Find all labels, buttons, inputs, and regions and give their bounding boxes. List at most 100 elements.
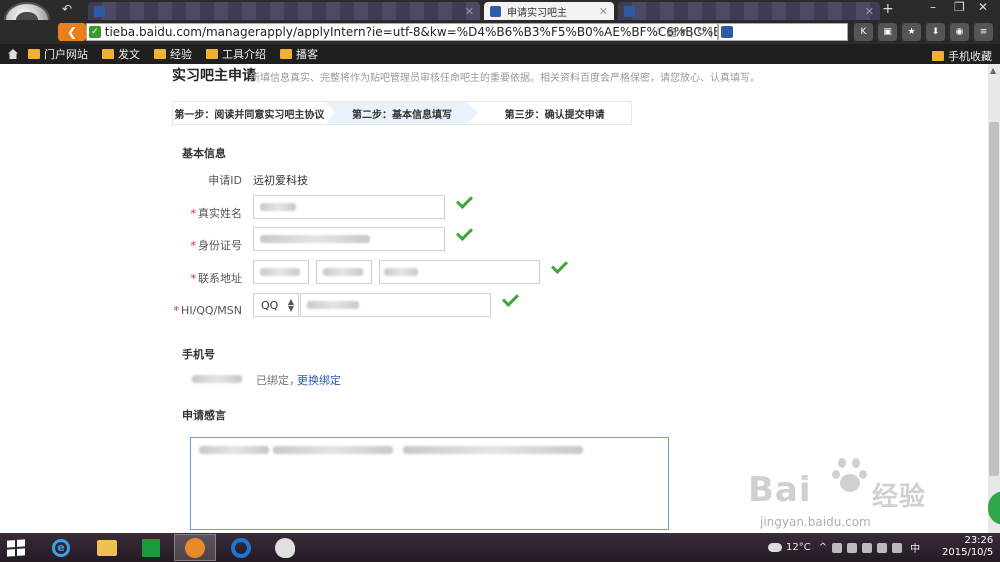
extension-k-icon[interactable]: K	[854, 23, 873, 41]
download-icon[interactable]: ⬇	[926, 23, 945, 41]
search-engine-icon[interactable]	[721, 26, 733, 38]
statement-textarea[interactable]	[190, 437, 669, 530]
vertical-scrollbar[interactable]: ▲	[988, 64, 1000, 533]
step-2-current: 第二步：基本信息填写	[325, 102, 479, 124]
tray-expand-icon[interactable]: ^	[819, 542, 827, 553]
clock[interactable]: 23:26 2015/10/5	[942, 535, 993, 559]
windows-start-icon[interactable]	[7, 539, 25, 557]
bookmark-item[interactable]: 经验	[154, 46, 192, 62]
scroll-thumb[interactable]	[989, 122, 999, 476]
tab-active-title: 申请实习吧主	[507, 7, 567, 19]
bookmark-item[interactable]: 门户网站	[28, 46, 88, 62]
taskbar-store[interactable]	[130, 534, 172, 561]
edge-browser-icon	[231, 537, 251, 558]
folder-icon	[28, 49, 40, 59]
required-mark: *	[190, 239, 197, 252]
network-icon[interactable]	[877, 542, 888, 553]
temperature: 12°C	[786, 542, 811, 553]
search-input[interactable]	[718, 23, 848, 41]
redacted-text	[260, 268, 300, 276]
taskbar-ie[interactable]: e	[40, 534, 82, 561]
volume-icon[interactable]	[892, 542, 903, 553]
redacted-text	[403, 446, 583, 454]
clock-date: 2015/10/5	[942, 547, 994, 558]
scroll-up-arrow-icon[interactable]: ▲	[990, 66, 996, 75]
folder-icon	[102, 49, 114, 59]
city-select[interactable]	[316, 260, 372, 284]
redacted-text	[384, 268, 418, 276]
url-text: tieba.baidu.com/managerapply/applyIntern…	[104, 25, 717, 39]
step-indicator: 第一步：阅读并同意实习吧主协议 第二步：基本信息填写 第三步：确认提交申请	[172, 101, 632, 125]
redacted-phone	[192, 375, 242, 383]
paint-icon	[275, 537, 295, 558]
bookmark-label: 经验	[170, 48, 192, 61]
tab-close-icon[interactable]: ✕	[865, 5, 874, 18]
im-label-text: HI/QQ/MSN	[181, 304, 242, 317]
battery-icon[interactable]	[862, 542, 873, 553]
redacted-text	[260, 203, 296, 211]
statement-title: 申请感言	[182, 409, 226, 422]
close-window-button[interactable]: ✕	[978, 0, 988, 14]
im-type-value: QQ	[261, 299, 279, 312]
id-number-input[interactable]	[253, 227, 445, 251]
flag-icon[interactable]	[847, 542, 858, 553]
taskbar-paint[interactable]	[264, 534, 306, 561]
redacted-text	[199, 446, 269, 454]
menu-icon[interactable]: ≡	[974, 23, 993, 41]
new-tab-button[interactable]: +	[882, 1, 894, 17]
maximize-button[interactable]: ❐	[954, 0, 965, 14]
folder-icon	[206, 49, 218, 59]
bookmark-item[interactable]: 播客	[280, 46, 318, 62]
back-button[interactable]: ❮	[58, 23, 86, 41]
browser-icon	[185, 537, 205, 558]
real-name-label: * 真实姓名	[172, 205, 243, 221]
lock-icon[interactable]: ▣	[878, 23, 897, 41]
taskbar-browser[interactable]	[174, 534, 216, 561]
change-binding-link[interactable]: 更换绑定	[297, 372, 341, 388]
taskbar-explorer[interactable]	[86, 534, 128, 561]
bookmark-label: 发文	[118, 48, 140, 61]
address-label-text: 联系地址	[198, 272, 242, 285]
tab-history-back-icon[interactable]: ↶	[62, 2, 72, 16]
mobile-bookmarks[interactable]: 手机收藏	[932, 48, 992, 64]
bookmark-bar: 门户网站 发文 经验 工具介绍 播客 手机收藏	[0, 44, 1000, 64]
tab-inactive-2[interactable]: ✕	[618, 2, 880, 20]
redacted-text	[260, 235, 370, 243]
ime-indicator[interactable]: 中	[910, 540, 920, 555]
step-3: 第三步：确认提交申请	[504, 109, 605, 121]
im-number-input[interactable]	[300, 293, 491, 317]
watermark-url: jingyan.baidu.com	[760, 515, 871, 529]
tab-close-icon[interactable]: ✕	[599, 5, 608, 18]
qq-icon[interactable]	[832, 542, 843, 553]
province-select[interactable]	[253, 260, 309, 284]
folder-icon	[280, 49, 292, 59]
baidu-paw-icon	[832, 456, 868, 494]
tab-inactive-1[interactable]: ✕	[88, 2, 480, 20]
minimize-button[interactable]: –	[930, 0, 936, 14]
apply-id-label: 申请ID	[208, 174, 242, 187]
bookmark-item[interactable]: 发文	[102, 46, 140, 62]
bookmark-item[interactable]: 工具介绍	[206, 46, 266, 62]
system-tray: 12°C ^ 中	[768, 533, 920, 562]
id-number-label: * 身份证号	[172, 237, 243, 253]
im-type-select[interactable]: QQ ▲ ▼	[253, 293, 299, 317]
updown-arrow-icon: ▲ ▼	[287, 297, 294, 313]
tab-close-icon[interactable]: ✕	[465, 5, 474, 18]
home-icon[interactable]	[8, 49, 18, 59]
internet-explorer-icon: e	[52, 538, 70, 557]
tab-active[interactable]: 申请实习吧主 ✕	[484, 2, 614, 20]
tab-strip: ↶ ✕ 申请实习吧主 ✕ ✕ + – ❐ ✕	[0, 0, 1000, 38]
watermark-brand-left: Bai	[748, 470, 812, 510]
store-icon	[142, 538, 160, 557]
bookmark-star-icon[interactable]: ☆ ▤ ▾ | ↻ |	[653, 25, 713, 38]
real-name-input[interactable]	[253, 195, 445, 219]
address-input[interactable]	[379, 260, 540, 284]
favorites-star-icon[interactable]: ★	[902, 23, 921, 41]
navigation-bar: ❮ ✓ tieba.baidu.com/managerapply/applyIn…	[0, 20, 1000, 44]
required-mark: *	[173, 304, 180, 317]
game-icon[interactable]: ◉	[950, 23, 969, 41]
real-name-label-text: 真实姓名	[198, 207, 242, 220]
address-bar[interactable]: ✓ tieba.baidu.com/managerapply/applyInte…	[86, 23, 718, 41]
weather-cloud-icon[interactable]	[768, 543, 782, 552]
taskbar-edge[interactable]	[220, 534, 262, 561]
